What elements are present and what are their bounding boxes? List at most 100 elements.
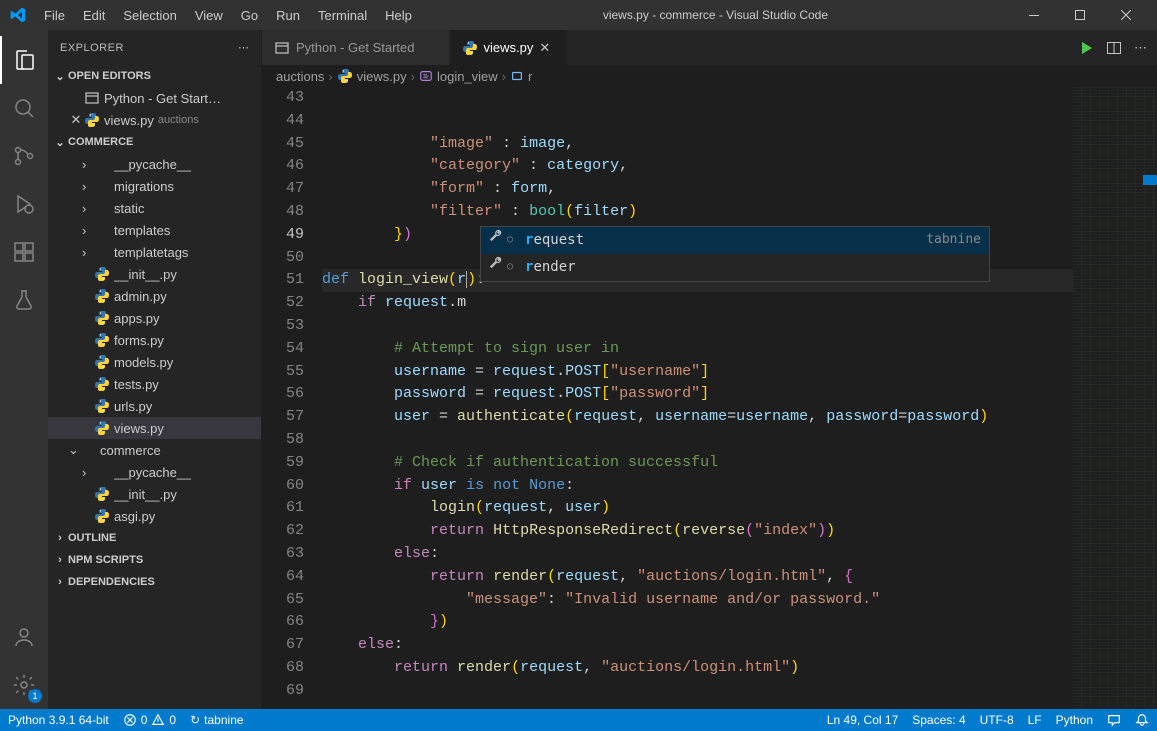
wrench-icon: ○ xyxy=(489,229,519,252)
file-__init__.py[interactable]: __init__.py xyxy=(48,263,261,285)
file-apps.py[interactable]: apps.py xyxy=(48,307,261,329)
file-icon xyxy=(84,90,100,106)
status-language[interactable]: Python xyxy=(1056,713,1093,727)
sidebar-more-icon[interactable]: ⋯ xyxy=(238,41,249,54)
tree-item-label: tests.py xyxy=(114,377,159,392)
file-urls.py[interactable]: urls.py xyxy=(48,395,261,417)
status-warnings-count: 0 xyxy=(169,713,176,727)
menu-go[interactable]: Go xyxy=(233,4,266,27)
py-icon xyxy=(94,420,110,436)
more-actions-button[interactable]: ⋯ xyxy=(1134,40,1147,56)
status-cursor-position[interactable]: Ln 49, Col 17 xyxy=(827,713,898,727)
suggest-item-request[interactable]: ○requesttabnine xyxy=(481,227,989,254)
breadcrumb-label: views.py xyxy=(357,69,407,84)
status-feedback-icon[interactable] xyxy=(1107,713,1121,727)
status-indent[interactable]: Spaces: 4 xyxy=(912,713,965,727)
menu-help[interactable]: Help xyxy=(377,4,420,27)
section-outline[interactable]: › OUTLINE xyxy=(48,527,261,549)
tab-python-get-started[interactable]: Python - Get Started✕ xyxy=(262,30,450,65)
folder-__pycache__[interactable]: ›__pycache__ xyxy=(48,153,261,175)
chevron-right-icon: › xyxy=(52,532,68,544)
file-asgi.py[interactable]: asgi.py xyxy=(48,505,261,527)
open-editor-item[interactable]: ✕views.pyauctions xyxy=(48,109,261,131)
close-icon[interactable]: ✕ xyxy=(539,40,555,56)
suggest-item-render[interactable]: ○render xyxy=(481,254,989,281)
close-icon[interactable]: ✕ xyxy=(68,112,84,128)
folder-commerce[interactable]: ⌄commerce xyxy=(48,439,261,461)
status-bar: Python 3.9.1 64-bit 0 0 ↻tabnine Ln 49, … xyxy=(0,709,1157,731)
suggest-widget[interactable]: ○requesttabnine○render xyxy=(480,226,990,282)
folder-templates[interactable]: ›templates xyxy=(48,219,261,241)
minimap[interactable] xyxy=(1073,87,1157,709)
file-icon xyxy=(84,112,100,128)
tree-item-label: templatetags xyxy=(114,245,188,260)
breadcrumb-label: auctions xyxy=(276,69,324,84)
file-__init__.py[interactable]: __init__.py xyxy=(48,483,261,505)
activity-settings[interactable] xyxy=(0,661,48,709)
status-bell-icon[interactable] xyxy=(1135,713,1149,727)
tree-item-label: asgi.py xyxy=(114,509,155,524)
folder-static[interactable]: ›static xyxy=(48,197,261,219)
editor-pane[interactable]: 4344454647484950515253545556575859606162… xyxy=(262,87,1073,709)
activity-explorer[interactable] xyxy=(0,36,48,84)
breadcrumb-label: login_view xyxy=(437,69,498,84)
open-editor-label: Python - Get Start… xyxy=(104,91,221,106)
folder-migrations[interactable]: ›migrations xyxy=(48,175,261,197)
section-dependencies[interactable]: › DEPENDENCIES xyxy=(48,571,261,593)
split-editor-button[interactable] xyxy=(1106,40,1122,56)
var-icon xyxy=(510,69,524,83)
breadcrumb-r[interactable]: r xyxy=(510,69,532,84)
status-tabnine[interactable]: ↻tabnine xyxy=(190,713,243,727)
tab-views-py[interactable]: views.py✕ xyxy=(450,30,569,65)
menu-file[interactable]: File xyxy=(36,4,73,27)
chevron-right-icon: › xyxy=(82,157,94,172)
status-eol[interactable]: LF xyxy=(1028,713,1042,727)
file-forms.py[interactable]: forms.py xyxy=(48,329,261,351)
tab-label: Python - Get Started xyxy=(296,40,415,55)
sidebar: EXPLORER ⋯ ⌄ OPEN EDITORS Python - Get S… xyxy=(48,30,262,709)
close-button[interactable] xyxy=(1103,0,1149,30)
py-icon xyxy=(462,40,478,56)
breadcrumb-views.py[interactable]: views.py xyxy=(337,68,407,84)
tabs: Python - Get Started✕views.py✕ ⋯ xyxy=(262,30,1157,65)
breadcrumb-auctions[interactable]: auctions xyxy=(276,69,324,84)
menu-selection[interactable]: Selection xyxy=(115,4,184,27)
file-models.py[interactable]: models.py xyxy=(48,351,261,373)
editor-area: Python - Get Started✕views.py✕ ⋯ auction… xyxy=(262,30,1157,709)
menu-edit[interactable]: Edit xyxy=(75,4,113,27)
py-icon xyxy=(94,508,110,524)
chevron-down-icon: ⌄ xyxy=(52,70,68,83)
activity-accounts[interactable] xyxy=(0,613,48,661)
chevron-right-icon: › xyxy=(502,69,506,84)
maximize-button[interactable] xyxy=(1057,0,1103,30)
activity-bar xyxy=(0,30,48,709)
menu-terminal[interactable]: Terminal xyxy=(310,4,375,27)
code-content[interactable]: "image" : image, "category" : category, … xyxy=(322,87,1073,709)
file-views.py[interactable]: views.py xyxy=(48,417,261,439)
tree-item-label: apps.py xyxy=(114,311,160,326)
activity-extensions[interactable] xyxy=(0,228,48,276)
folder-__pycache__[interactable]: ›__pycache__ xyxy=(48,461,261,483)
section-npm-scripts[interactable]: › NPM SCRIPTS xyxy=(48,549,261,571)
breadcrumb[interactable]: auctions›views.py›login_view›r xyxy=(262,65,1157,87)
minimap-slider[interactable] xyxy=(1143,175,1157,185)
activity-run-debug[interactable] xyxy=(0,180,48,228)
activity-source-control[interactable] xyxy=(0,132,48,180)
status-encoding[interactable]: UTF-8 xyxy=(980,713,1014,727)
file-tests.py[interactable]: tests.py xyxy=(48,373,261,395)
activity-search[interactable] xyxy=(0,84,48,132)
file-admin.py[interactable]: admin.py xyxy=(48,285,261,307)
run-button[interactable] xyxy=(1078,40,1094,56)
section-open-editors[interactable]: ⌄ OPEN EDITORS xyxy=(48,65,261,87)
menu-view[interactable]: View xyxy=(187,4,231,27)
open-editor-item[interactable]: Python - Get Start… xyxy=(48,87,261,109)
activity-testing[interactable] xyxy=(0,276,48,324)
section-workspace[interactable]: ⌄ COMMERCE xyxy=(48,131,261,153)
folder-templatetags[interactable]: ›templatetags xyxy=(48,241,261,263)
menu-run[interactable]: Run xyxy=(268,4,308,27)
chevron-right-icon: › xyxy=(52,554,68,566)
status-problems[interactable]: 0 0 xyxy=(123,713,176,727)
breadcrumb-login_view[interactable]: login_view xyxy=(419,69,498,84)
status-python-version[interactable]: Python 3.9.1 64-bit xyxy=(8,713,109,727)
minimize-button[interactable] xyxy=(1011,0,1057,30)
